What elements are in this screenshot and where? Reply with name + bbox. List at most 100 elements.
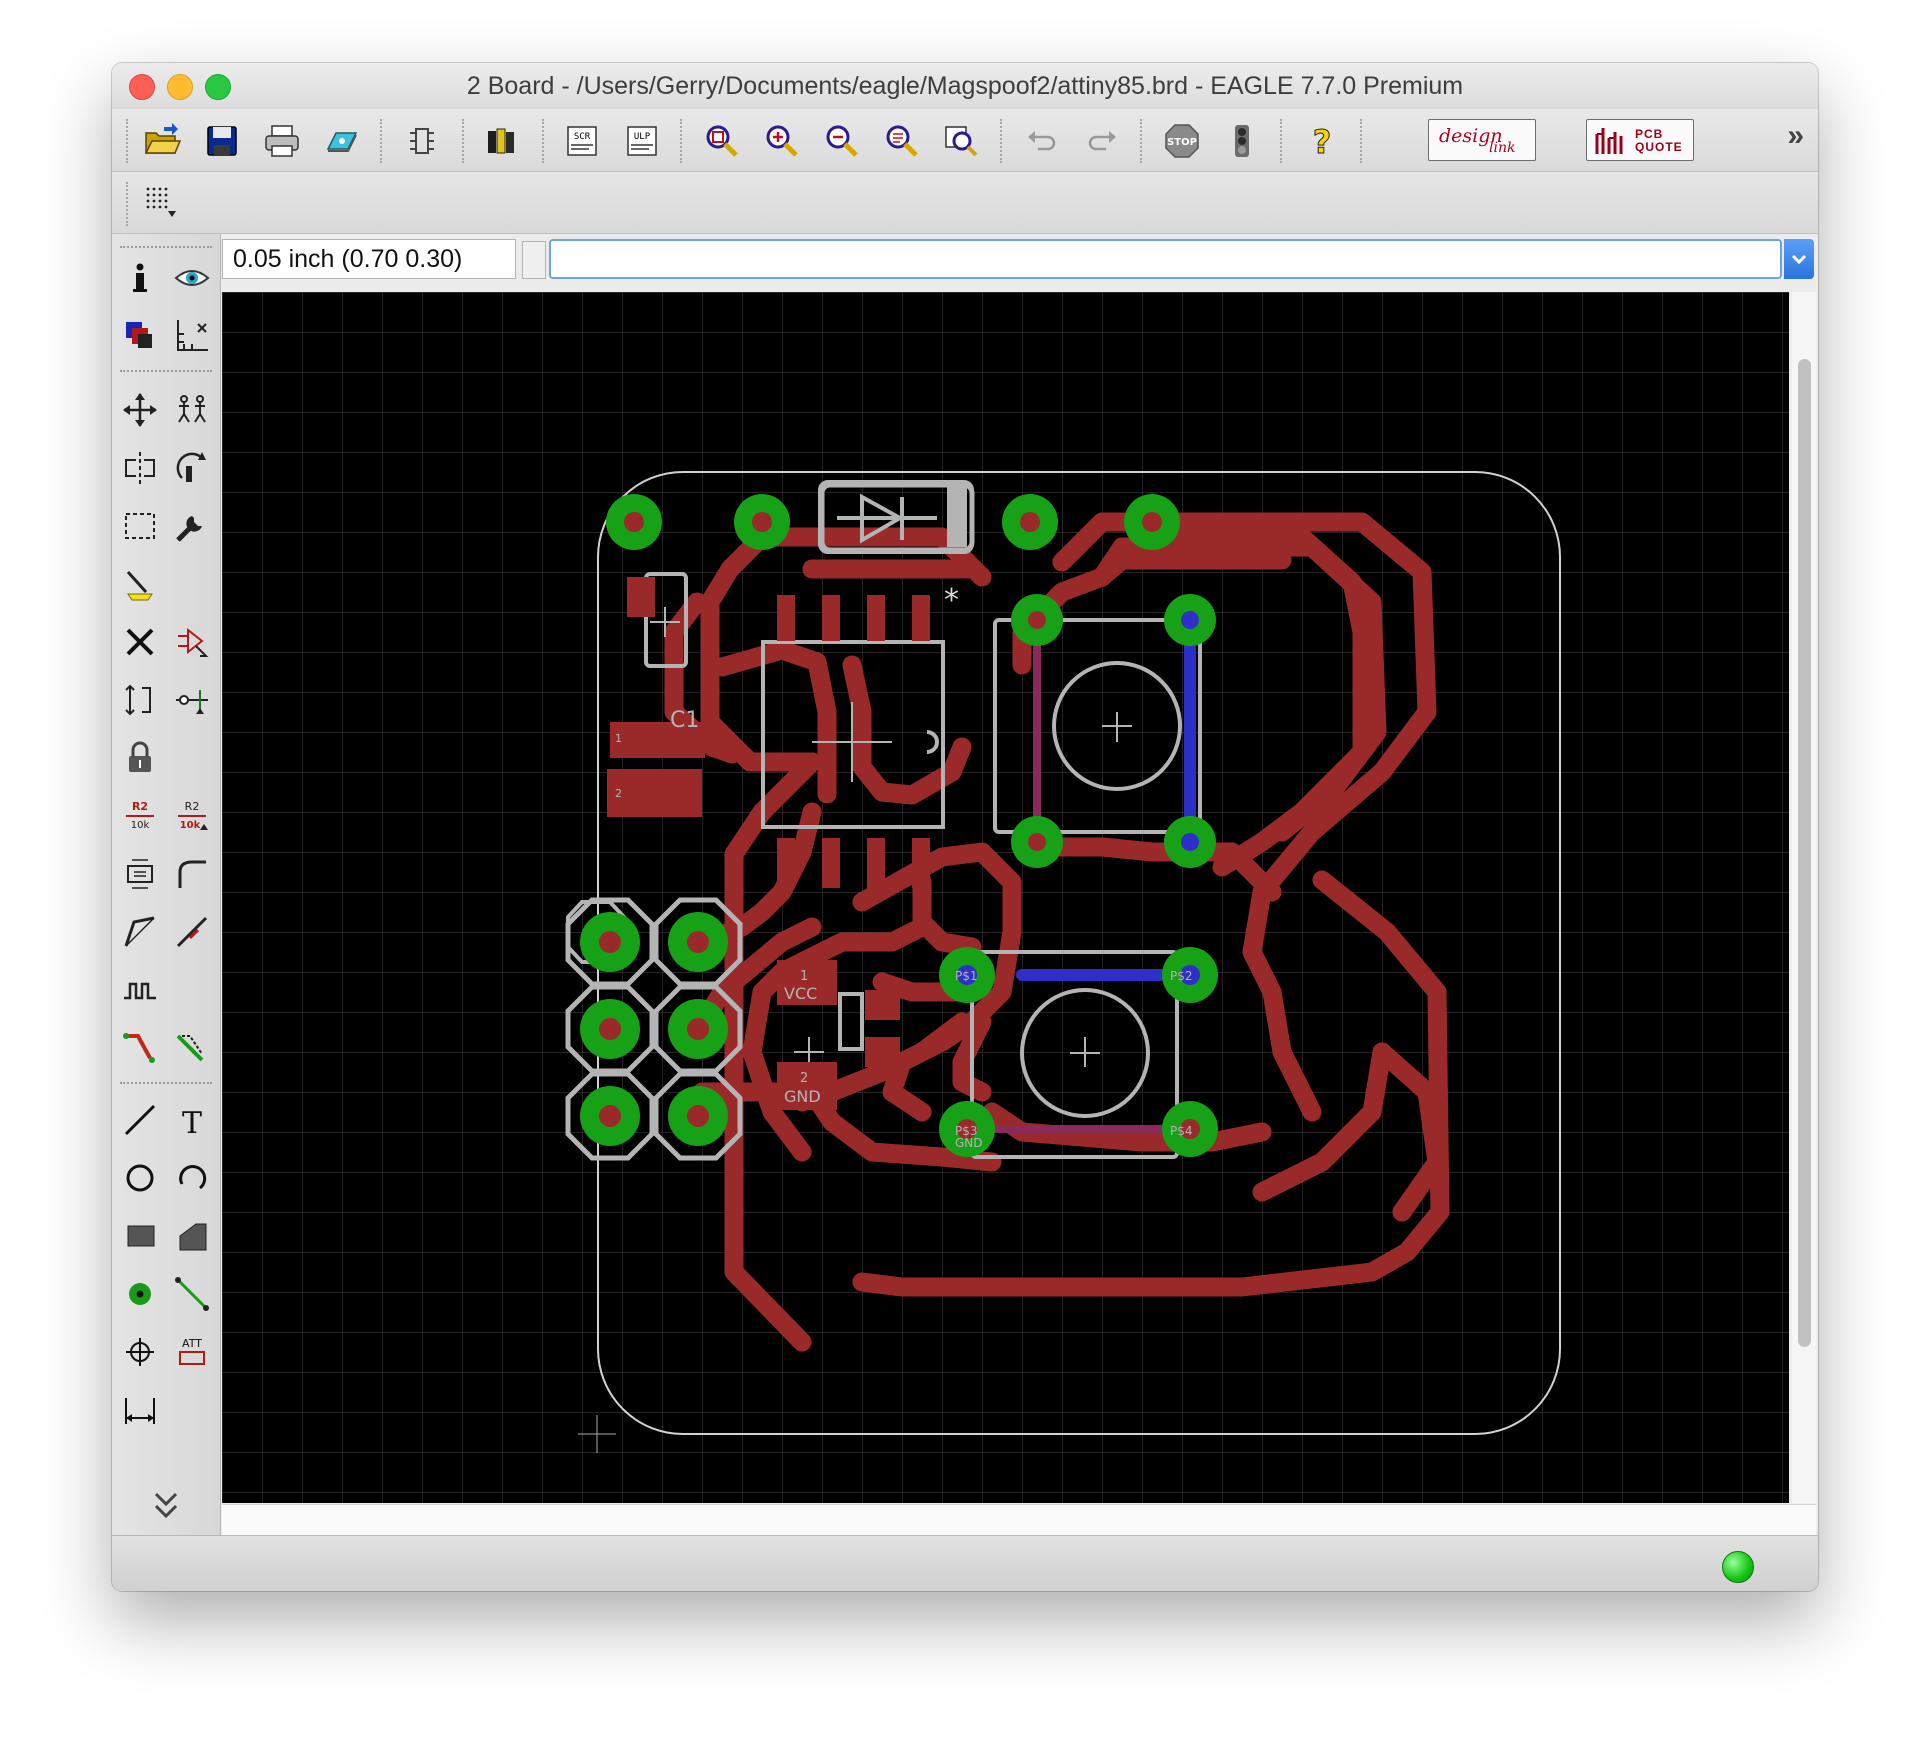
cap-pin1-label: 1 [800, 969, 808, 984]
print-icon[interactable] [262, 121, 302, 161]
wire-icon[interactable] [120, 1100, 160, 1140]
secondary-toolbar [112, 172, 1818, 234]
eagle-window: 2 Board - /Users/Gerry/Documents/eagle/M… [112, 63, 1818, 1591]
rotate-icon[interactable] [172, 448, 212, 488]
smash-icon[interactable] [120, 854, 160, 894]
save-icon[interactable] [202, 121, 242, 161]
origin-marker: * [944, 583, 959, 618]
cam-processor-icon[interactable] [322, 121, 362, 161]
toolbar-overflow-chevron-icon[interactable]: » [1787, 119, 1804, 153]
delete-icon[interactable] [120, 622, 160, 662]
run-ulp-icon[interactable]: ULP [622, 121, 662, 161]
zoom-select-icon[interactable] [942, 121, 982, 161]
svg-text:?: ? [1313, 123, 1332, 161]
optimize-icon[interactable] [172, 912, 212, 952]
sw-pad4-label: P$4 [1170, 1124, 1193, 1138]
board-drawing: 1 VCC 2 GND 1 2 C1 P$1 P$2 P$3 P$4 GND * [222, 292, 1789, 1503]
rect-icon[interactable] [120, 1216, 160, 1256]
signal-icon[interactable] [172, 1274, 212, 1314]
status-ok-indicator-icon [1722, 1551, 1754, 1583]
split-icon[interactable] [172, 680, 212, 720]
miter-icon[interactable] [172, 854, 212, 894]
group-icon[interactable] [120, 506, 160, 546]
meander-icon[interactable] [120, 970, 160, 1010]
c1-label: C1 [670, 708, 699, 733]
pcb-quote-button[interactable]: PCB QUOTE [1586, 119, 1694, 161]
cap-vcc-label: VCC [784, 984, 817, 1003]
switch-to-schematic-icon[interactable] [402, 121, 442, 161]
open-icon[interactable] [142, 121, 182, 161]
sw-gnd-label: GND [955, 1136, 983, 1150]
value-icon[interactable]: R2 10k [172, 796, 212, 836]
copy-icon[interactable] [172, 390, 212, 430]
design-link-button[interactable]: design link [1428, 119, 1536, 161]
design-link-sub-label: link [1489, 140, 1516, 156]
stop-icon[interactable]: STOP [1162, 121, 1202, 161]
svg-text:T: T [182, 1106, 202, 1140]
lock-icon[interactable] [120, 738, 160, 778]
svg-text:STOP: STOP [1167, 137, 1197, 148]
polygon-icon[interactable] [172, 1216, 212, 1256]
more-tools-icon[interactable] [146, 1484, 186, 1524]
ripup-icon[interactable] [172, 1028, 212, 1068]
svg-text:10k: 10k [180, 820, 201, 831]
command-options-box[interactable] [522, 241, 546, 279]
command-history-dropdown[interactable] [1784, 239, 1814, 279]
zoom-to-fit-icon[interactable] [702, 121, 742, 161]
coordinate-display: 0.05 inch (0.70 0.30) [222, 239, 516, 279]
show-icon[interactable] [172, 258, 212, 298]
text-icon[interactable]: T [172, 1100, 212, 1141]
display-layers-icon[interactable] [120, 316, 160, 356]
go-icon[interactable] [1222, 121, 1262, 161]
status-bar [112, 1535, 1818, 1591]
undo-icon[interactable] [1022, 121, 1062, 161]
pcb-quote-icon [1595, 128, 1623, 154]
toolbar-grip[interactable] [126, 119, 130, 163]
svg-text:SCR: SCR [574, 132, 591, 142]
split-wire-icon[interactable] [120, 912, 160, 952]
res-pin2-label: 2 [615, 787, 622, 800]
main-toolbar: SCR ULP STOP ? design link PCB QUOTE » [112, 109, 1818, 172]
attribute-icon[interactable]: ATT [172, 1332, 212, 1372]
window-title: 2 Board - /Users/Gerry/Documents/eagle/M… [466, 72, 1464, 100]
add-icon[interactable] [172, 622, 212, 662]
via-icon[interactable] [120, 1274, 160, 1314]
help-icon[interactable]: ? [1302, 121, 1342, 162]
redraw-icon[interactable] [882, 121, 922, 161]
pcb-quote-label: PCB QUOTE [1635, 127, 1683, 154]
vertical-scrollbar-thumb[interactable] [1798, 359, 1811, 1347]
zoom-in-icon[interactable] [762, 121, 802, 161]
arc-icon[interactable] [172, 1158, 212, 1198]
script-icon[interactable]: SCR [562, 121, 602, 161]
redo-icon[interactable] [1082, 121, 1122, 161]
info-icon[interactable] [120, 258, 160, 298]
svg-text:ATT: ATT [182, 1337, 202, 1350]
sw-pad1-label: P$1 [955, 969, 978, 983]
svg-text:ULP: ULP [634, 132, 651, 142]
sw-pad2-label: P$2 [1170, 969, 1193, 983]
command-toolbar: R2 10k R2 10k T ATT [112, 234, 221, 1536]
cap-pin2-label: 2 [800, 1071, 808, 1086]
grid-icon[interactable] [142, 183, 182, 223]
dimension-icon[interactable] [120, 1390, 160, 1430]
cap-gnd-label: GND [784, 1087, 821, 1106]
mirror-icon[interactable] [120, 448, 160, 488]
res-pin1-label: 1 [615, 732, 622, 745]
change-icon[interactable] [172, 506, 212, 546]
paste-icon[interactable] [120, 564, 160, 604]
chevron-down-icon [1791, 254, 1807, 265]
hole-icon[interactable] [120, 1332, 160, 1372]
command-line-input[interactable] [549, 239, 1782, 279]
route-icon[interactable] [120, 1028, 160, 1068]
title-bar: 2 Board - /Users/Gerry/Documents/eagle/M… [112, 63, 1818, 110]
svg-text:R2: R2 [132, 800, 148, 813]
zoom-out-icon[interactable] [822, 121, 862, 161]
horizontal-scrollbar[interactable] [222, 1504, 1816, 1535]
board-canvas[interactable]: 1 VCC 2 GND 1 2 C1 P$1 P$2 P$3 P$4 GND * [222, 292, 1789, 1503]
move-icon[interactable] [120, 390, 160, 430]
library-icon[interactable] [482, 121, 522, 161]
name-icon[interactable]: R2 10k [120, 796, 160, 836]
circle-icon[interactable] [120, 1158, 160, 1198]
mark-icon[interactable] [172, 316, 212, 356]
replace-icon[interactable] [120, 680, 160, 720]
